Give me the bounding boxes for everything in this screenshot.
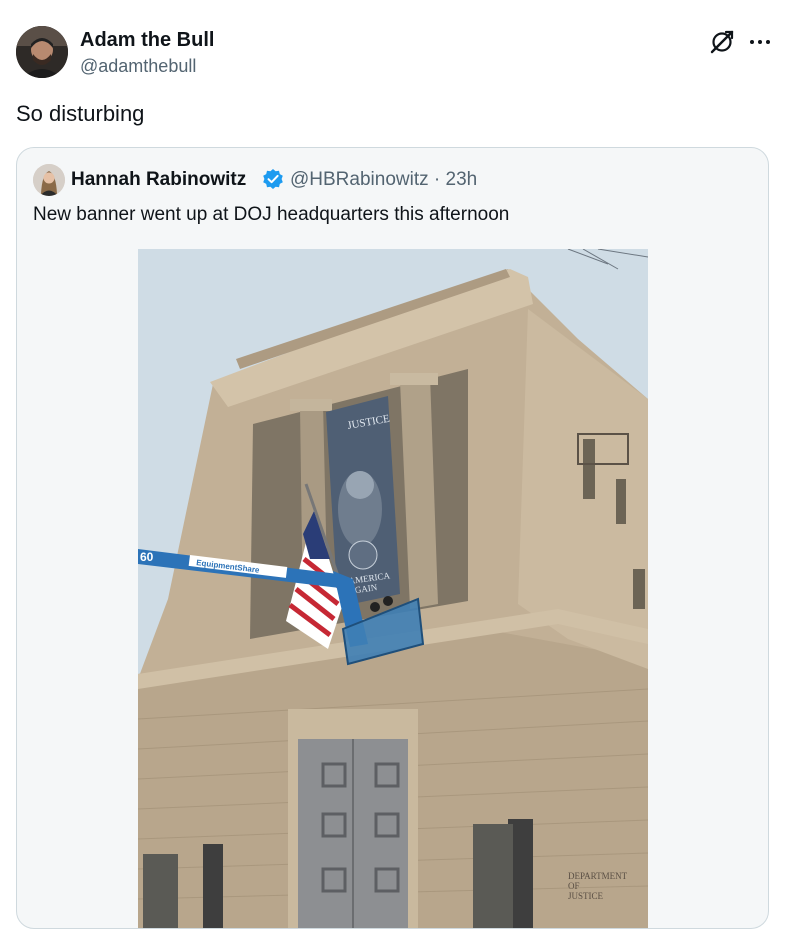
quoted-tweet-card[interactable]: Hannah Rabinowitz @HBRabinowitz · 23h Ne… bbox=[16, 147, 769, 929]
more-dots-icon[interactable] bbox=[746, 28, 774, 56]
author-handle[interactable]: @adamthebull bbox=[80, 55, 196, 77]
quoted-meta[interactable]: @HBRabinowitz · 23h bbox=[290, 168, 477, 192]
grok-icon[interactable] bbox=[708, 28, 736, 56]
verified-badge-icon bbox=[262, 168, 284, 190]
attached-photo[interactable]: JUSTICE E AMERICAEAGAIN DEPARTMENT OF JU… bbox=[138, 249, 648, 928]
author-name[interactable]: Adam the Bull bbox=[80, 28, 214, 52]
quoted-tweet-text: New banner went up at DOJ headquarters t… bbox=[33, 204, 510, 225]
tweet-text: So disturbing bbox=[16, 101, 145, 126]
quoted-author-avatar[interactable] bbox=[33, 164, 65, 196]
author-avatar[interactable] bbox=[16, 26, 68, 78]
quoted-author-name[interactable]: Hannah Rabinowitz bbox=[71, 168, 246, 192]
lift-text: 60 bbox=[140, 550, 154, 564]
